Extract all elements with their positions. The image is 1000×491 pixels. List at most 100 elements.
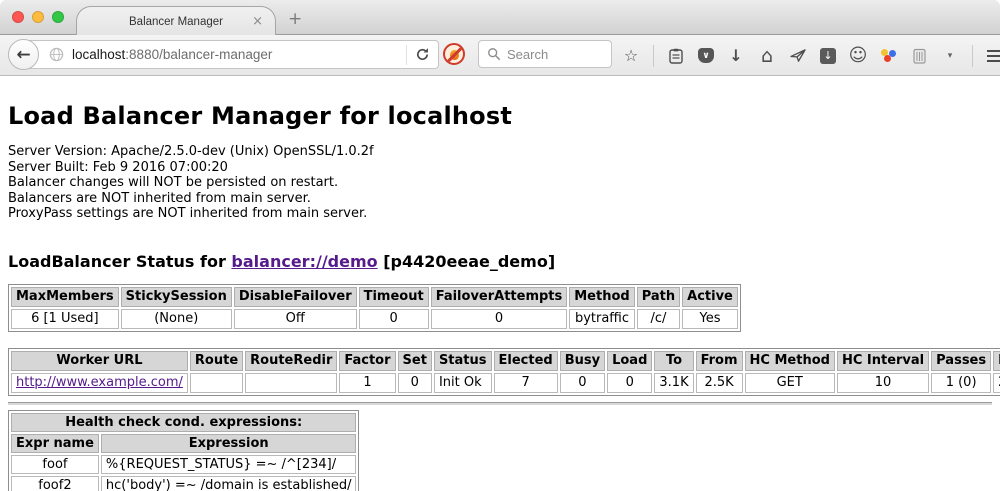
title-bar: Balancer Manager × + xyxy=(0,0,1000,35)
server-info: Server Version: Apache/2.5.0-dev (Unix) … xyxy=(8,144,992,222)
health-check-title: Health check cond. expressions: xyxy=(11,413,356,432)
zoom-window-button[interactable] xyxy=(52,11,64,23)
tab-close-icon[interactable]: × xyxy=(252,14,263,29)
reload-button[interactable] xyxy=(406,45,430,65)
menu-button[interactable] xyxy=(986,47,1000,65)
maxmembers-value: 6 [1 Used] xyxy=(11,309,119,329)
table-row: http://www.example.com/ 1 0 Init Ok 7 0 … xyxy=(11,373,1000,393)
url-path: :8880/balancer-manager xyxy=(125,47,272,62)
expression-value: %{REQUEST_STATUS} =~ /^[234]/ xyxy=(101,455,357,474)
toolbar-separator xyxy=(972,45,973,67)
load-value: 0 xyxy=(607,373,652,393)
toolbar-icons: ☆ ∨ ↓ ⌂ ↓ ☺ xyxy=(622,35,1000,76)
tab-title: Balancer Manager xyxy=(129,16,223,28)
clipboard-glyph xyxy=(669,48,683,64)
table-header-row: Expr name Expression xyxy=(11,434,356,453)
col-passes: Passes xyxy=(931,351,991,371)
col-hc-method: HC Method xyxy=(745,351,835,371)
expr-name-value: foof2 xyxy=(11,476,99,491)
routeredir-value xyxy=(245,373,337,393)
window-controls xyxy=(12,11,64,23)
url-bar[interactable]: localhost:8880/balancer-manager xyxy=(24,40,439,69)
server-version-line: Server Version: Apache/2.5.0-dev (Unix) … xyxy=(8,144,992,160)
back-button[interactable]: ← xyxy=(8,39,39,70)
page-content: Load Balancer Manager for localhost Serv… xyxy=(0,76,1000,491)
search-input[interactable] xyxy=(507,47,597,62)
pocket-chevron: ∨ xyxy=(702,51,709,61)
to-value: 3.1K xyxy=(654,373,693,393)
disablefailover-value: Off xyxy=(234,309,357,329)
download-extension-icon[interactable]: ↓ xyxy=(820,48,836,64)
download-extension-arrow: ↓ xyxy=(823,49,832,62)
search-bar[interactable] xyxy=(478,40,612,68)
search-icon xyxy=(487,47,501,61)
passes-value: 1 (0) xyxy=(931,373,991,393)
status-value: Init Ok xyxy=(434,373,492,393)
clipboard-manager-icon[interactable] xyxy=(910,47,928,65)
method-value: bytraffic xyxy=(569,309,634,329)
col-set: Set xyxy=(398,351,432,371)
navigation-toolbar: ← localhost:8880/balancer-manager xyxy=(0,35,1000,76)
balancer-settings-table: MaxMembers StickySession DisableFailover… xyxy=(8,284,741,332)
worker-url-link[interactable]: http://www.example.com/ xyxy=(16,375,183,390)
factor-value: 1 xyxy=(339,373,395,393)
status-heading-suffix: [p4420eeae_demo] xyxy=(378,252,556,271)
col-load: Load xyxy=(607,351,652,371)
hamburger-icon xyxy=(987,50,1000,52)
from-value: 2.5K xyxy=(696,373,743,393)
url-text[interactable]: localhost:8880/balancer-manager xyxy=(72,47,272,62)
col-to: To xyxy=(654,351,693,371)
hc-method-value: GET xyxy=(745,373,835,393)
pocket-icon[interactable]: ∨ xyxy=(698,48,714,63)
col-maxmembers: MaxMembers xyxy=(11,287,119,307)
stickysession-value: (None) xyxy=(121,309,232,329)
red-dot xyxy=(884,55,891,62)
overflow-caret-icon[interactable]: ▾ xyxy=(941,47,959,65)
smiley-icon[interactable]: ☺ xyxy=(849,47,867,65)
elected-value: 7 xyxy=(494,373,558,393)
new-tab-button[interactable]: + xyxy=(288,9,302,29)
col-path: Path xyxy=(637,287,680,307)
col-factor: Factor xyxy=(339,351,395,371)
col-active: Active xyxy=(682,287,738,307)
send-tab-icon[interactable] xyxy=(789,47,807,65)
prohibition-slash-icon xyxy=(445,45,464,64)
home-icon[interactable]: ⌂ xyxy=(758,47,776,65)
clipboard-icon[interactable] xyxy=(667,47,685,65)
col-from: From xyxy=(696,351,743,371)
col-route: Route xyxy=(190,351,243,371)
page-title: Load Balancer Manager for localhost xyxy=(8,76,992,130)
worker-table: Worker URL Route RouteRedir Factor Set S… xyxy=(8,348,1000,396)
balancers-note-line: Balancers are NOT inherited from main se… xyxy=(8,191,992,207)
col-routeredir: RouteRedir xyxy=(245,351,337,371)
divider xyxy=(8,402,992,405)
expr-name-value: foof xyxy=(11,455,99,474)
path-value: /c/ xyxy=(637,309,680,329)
video-downloadhelper-icon[interactable] xyxy=(880,49,897,63)
table-row: 6 [1 Used] (None) Off 0 0 bytraffic /c/ … xyxy=(11,309,738,329)
clipboard-manager-glyph xyxy=(913,48,926,64)
table-title-row: Health check cond. expressions: xyxy=(11,413,356,432)
busy-value: 0 xyxy=(560,373,605,393)
table-row: foof2 hc('body') =~ /domain is establish… xyxy=(11,476,356,491)
timeout-value: 0 xyxy=(359,309,429,329)
minimize-window-button[interactable] xyxy=(32,11,44,23)
globe-icon xyxy=(49,47,64,62)
status-heading-prefix: LoadBalancer Status for xyxy=(8,252,231,271)
tab-balancer-manager[interactable]: Balancer Manager × xyxy=(76,6,276,36)
balancer-demo-link[interactable]: balancer://demo xyxy=(231,252,377,271)
loadbalancer-status-heading: LoadBalancer Status for balancer://demo … xyxy=(8,252,992,271)
bookmark-star-icon[interactable]: ☆ xyxy=(622,47,640,65)
browser-window: Balancer Manager × + ← localhost:8880/ba… xyxy=(0,0,1000,491)
col-fails: Fails xyxy=(993,351,1000,371)
active-value: Yes xyxy=(682,309,738,329)
fails-value: 2 (0) xyxy=(993,373,1000,393)
downloads-icon[interactable]: ↓ xyxy=(727,47,745,65)
set-value: 0 xyxy=(398,373,432,393)
flashblock-icon[interactable] xyxy=(443,43,465,65)
table-header-row: MaxMembers StickySession DisableFailover… xyxy=(11,287,738,307)
table-header-row: Worker URL Route RouteRedir Factor Set S… xyxy=(11,351,1000,371)
close-window-button[interactable] xyxy=(12,11,24,23)
toolbar-separator xyxy=(653,45,654,67)
table-row: foof %{REQUEST_STATUS} =~ /^[234]/ xyxy=(11,455,356,474)
